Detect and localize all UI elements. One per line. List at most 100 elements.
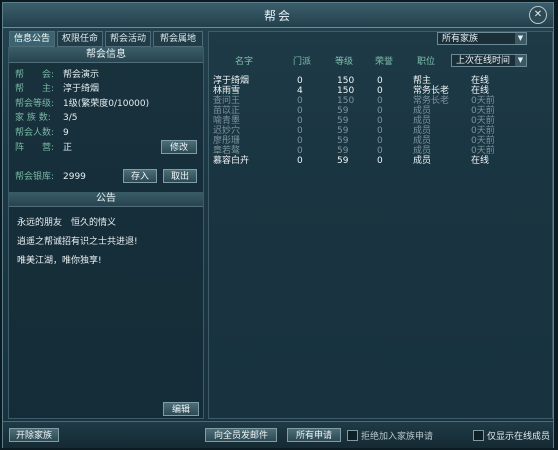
info-label: 帮 主: xyxy=(15,84,55,94)
member-row[interactable]: 章若骜 0 59 0 成员 0天前 xyxy=(209,146,552,156)
member-honor: 0 xyxy=(377,116,383,126)
chevron-down-icon: ▼ xyxy=(515,55,526,66)
deposit-button[interactable]: 存入 xyxy=(123,169,157,183)
withdraw-button[interactable]: 取出 xyxy=(163,169,197,183)
member-row[interactable]: 迟妙穴 0 59 0 成员 0天前 xyxy=(209,126,552,136)
tab-guild-territory[interactable]: 帮会属地 xyxy=(153,31,203,47)
member-panel: 所有家族 ▼ 名字 门派 等级 荣誉 职位 上次在线时间 ▼ 淳于绮烟 0 150 0… xyxy=(208,31,553,419)
treasury-label: 帮会银库: xyxy=(15,172,55,182)
member-row[interactable]: 苗苡正 0 59 0 成员 0天前 xyxy=(209,106,552,116)
treasury-value: 2999 xyxy=(63,172,86,182)
online-only-checkbox[interactable] xyxy=(473,430,484,441)
member-status: 在线 xyxy=(471,86,490,96)
member-honor: 0 xyxy=(377,106,383,116)
member-sect: 0 xyxy=(297,96,303,106)
member-position: 常务长老 xyxy=(413,96,450,106)
info-label: 帮 会: xyxy=(15,70,55,80)
column-sect[interactable]: 门派 xyxy=(293,55,311,69)
member-sect: 0 xyxy=(297,156,303,166)
member-position: 成员 xyxy=(413,136,432,146)
notice-header: 公告 xyxy=(9,192,203,207)
reject-applications-label: 拒绝加入家族申请 xyxy=(361,432,434,442)
member-sect: 0 xyxy=(297,76,303,86)
info-row-faction: 阵 营: 正 xyxy=(15,142,72,154)
member-honor: 0 xyxy=(377,136,383,146)
member-level: 150 xyxy=(337,86,355,96)
dismiss-family-button[interactable]: 开除家族 xyxy=(9,428,59,442)
member-status: 0天前 xyxy=(471,126,495,136)
window-title: 帮会 xyxy=(263,9,292,23)
member-row[interactable]: 林雨雪 4 150 0 常务长老 在线 xyxy=(209,86,552,96)
member-name: 慕容白卉 xyxy=(213,156,250,166)
member-name: 苗苡正 xyxy=(213,106,241,116)
member-position: 成员 xyxy=(413,106,432,116)
column-honor[interactable]: 荣誉 xyxy=(375,55,393,69)
info-value: 9 xyxy=(63,128,69,138)
member-row[interactable]: 查问王 0 150 0 常务长老 0天前 xyxy=(209,96,552,106)
info-label: 家 族 数: xyxy=(15,113,51,123)
member-row[interactable]: 廖彤珊 0 59 0 成员 0天前 xyxy=(209,136,552,146)
sort-select[interactable]: 上次在线时间 ▼ xyxy=(451,54,527,67)
family-filter-select[interactable]: 所有家族 ▼ xyxy=(437,32,527,45)
info-label: 阵 营: xyxy=(15,143,55,153)
all-applications-button[interactable]: 所有申请 xyxy=(287,428,341,442)
member-row[interactable]: 淳于绮烟 0 150 0 帮主 在线 xyxy=(209,76,552,86)
mail-all-button[interactable]: 向全员发邮件 xyxy=(205,428,277,442)
member-status: 0天前 xyxy=(471,106,495,116)
guild-window: 帮会 ✕ 信息公告 权限任命 帮会活动 帮会属地 帮会信息 帮 会: 帮会演示 … xyxy=(2,2,554,448)
member-position: 成员 xyxy=(413,126,432,136)
close-icon[interactable]: ✕ xyxy=(529,6,547,24)
member-position: 成员 xyxy=(413,156,432,166)
modify-button[interactable]: 修改 xyxy=(161,140,197,154)
member-level: 150 xyxy=(337,76,355,86)
notice-line: 永远的朋友 恒久的情义 xyxy=(17,218,117,228)
member-row[interactable]: 慕容白卉 0 59 0 成员 在线 xyxy=(209,156,552,166)
member-position: 常务长老 xyxy=(413,86,450,96)
edit-notice-button[interactable]: 编辑 xyxy=(163,402,199,416)
treasury-row: 帮会银库: 2999 xyxy=(15,171,86,183)
tab-permissions[interactable]: 权限任命 xyxy=(57,31,103,47)
info-panel: 帮会信息 帮 会: 帮会演示 帮 主: 淳于绮烟 帮会等级: 1级(繁荣度0/1… xyxy=(8,47,204,419)
member-honor: 0 xyxy=(377,96,383,106)
member-name: 查问王 xyxy=(213,96,241,106)
member-row[interactable]: 喻青墨 0 59 0 成员 0天前 xyxy=(209,116,552,126)
member-status: 0天前 xyxy=(471,136,495,146)
notice-line: 唯美江湖，唯你独享! xyxy=(17,256,102,266)
member-level: 59 xyxy=(337,106,349,116)
member-sect: 0 xyxy=(297,146,303,156)
member-status: 在线 xyxy=(471,156,490,166)
info-row-leader: 帮 主: 淳于绮烟 xyxy=(15,83,99,95)
member-name: 廖彤珊 xyxy=(213,136,241,146)
online-only-label: 仅显示在线成员 xyxy=(487,432,551,442)
info-value: 正 xyxy=(63,143,73,153)
tab-guild-activity[interactable]: 帮会活动 xyxy=(105,31,151,47)
member-status: 0天前 xyxy=(471,146,495,156)
member-honor: 0 xyxy=(377,76,383,86)
member-honor: 0 xyxy=(377,146,383,156)
member-status: 0天前 xyxy=(471,116,495,126)
member-sect: 0 xyxy=(297,106,303,116)
member-level: 59 xyxy=(337,136,349,146)
tab-info-notice[interactable]: 信息公告 xyxy=(9,31,55,47)
member-sect: 0 xyxy=(297,116,303,126)
info-label: 帮会等级: xyxy=(15,99,55,109)
member-level: 150 xyxy=(337,96,355,106)
chevron-down-icon: ▼ xyxy=(515,33,526,44)
member-status: 在线 xyxy=(471,76,490,86)
info-row-level: 帮会等级: 1级(繁荣度0/10000) xyxy=(15,98,149,110)
column-position[interactable]: 职位 xyxy=(417,55,435,69)
member-level: 59 xyxy=(337,146,349,156)
info-row-families: 家 族 数: 3/5 xyxy=(15,112,77,124)
column-level[interactable]: 等级 xyxy=(335,55,353,69)
member-sect: 4 xyxy=(297,86,303,96)
reject-applications-checkbox[interactable] xyxy=(347,430,358,441)
member-honor: 0 xyxy=(377,126,383,136)
column-name[interactable]: 名字 xyxy=(235,55,253,69)
title-bar: 帮会 ✕ xyxy=(3,3,553,28)
member-name: 迟妙穴 xyxy=(213,126,241,136)
member-name: 淳于绮烟 xyxy=(213,76,250,86)
sort-select-value: 上次在线时间 xyxy=(456,56,511,66)
member-name: 喻青墨 xyxy=(213,116,241,126)
member-sect: 0 xyxy=(297,126,303,136)
member-level: 59 xyxy=(337,126,349,136)
